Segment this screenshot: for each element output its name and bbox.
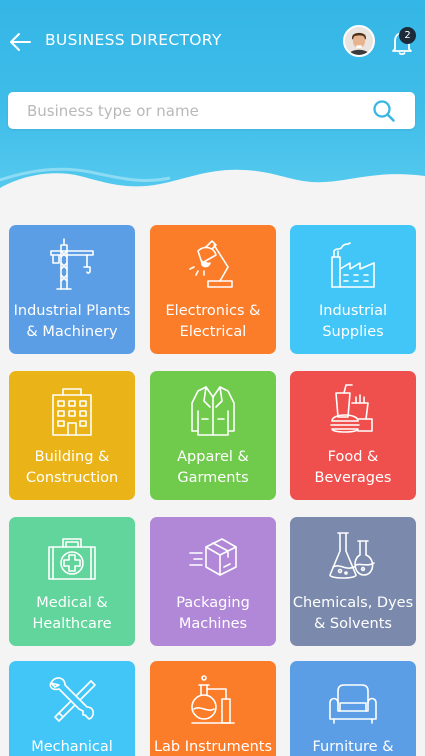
category-label: Electronics & Electrical bbox=[165, 303, 261, 340]
category-tile-industrial-supplies[interactable]: Industrial Supplies bbox=[290, 225, 416, 354]
package-box-icon bbox=[188, 529, 238, 583]
category-tile-building[interactable]: Building & Construction bbox=[9, 371, 135, 500]
category-label: Lab Instruments bbox=[153, 739, 273, 755]
category-label: Food & Beverages bbox=[314, 449, 392, 486]
category-label: Building & Construction bbox=[25, 449, 119, 486]
first-aid-kit-icon bbox=[47, 529, 97, 583]
flasks-icon bbox=[328, 529, 378, 583]
building-icon bbox=[47, 383, 97, 437]
sofa-icon bbox=[328, 673, 378, 727]
category-label: Furniture & bbox=[312, 739, 394, 755]
crane-icon bbox=[47, 237, 97, 291]
category-tile-electronics[interactable]: Electronics & Electrical bbox=[150, 225, 276, 354]
category-label: Medical & Healthcare bbox=[32, 595, 112, 632]
category-tile-industrial-plants[interactable]: Industrial Plants & Machinery bbox=[9, 225, 135, 354]
category-tile-furniture[interactable]: Furniture & bbox=[290, 661, 416, 756]
category-tile-food[interactable]: Food & Beverages bbox=[290, 371, 416, 500]
category-label: Packaging Machines bbox=[176, 595, 250, 632]
category-tile-mechanical-parts[interactable]: Mechanical Parts bbox=[9, 661, 135, 756]
category-grid: Industrial Plants & Machinery Electronic… bbox=[0, 0, 425, 756]
category-label: Industrial Supplies bbox=[318, 303, 387, 340]
category-label: Apparel & Garments bbox=[177, 449, 249, 486]
category-tile-packaging[interactable]: Packaging Machines bbox=[150, 517, 276, 646]
category-tile-chemicals[interactable]: Chemicals, Dyes & Solvents bbox=[290, 517, 416, 646]
category-label: Mechanical Parts bbox=[31, 739, 113, 755]
jacket-icon bbox=[188, 383, 238, 437]
factory-icon bbox=[328, 237, 378, 291]
category-tile-apparel[interactable]: Apparel & Garments bbox=[150, 371, 276, 500]
desk-lamp-icon bbox=[188, 237, 238, 291]
category-label: Industrial Plants & Machinery bbox=[13, 303, 131, 340]
lab-equipment-icon bbox=[188, 673, 238, 727]
category-tile-lab-instruments[interactable]: Lab Instruments bbox=[150, 661, 276, 756]
fast-food-icon bbox=[328, 383, 378, 437]
category-label: Chemicals, Dyes & Solvents bbox=[292, 595, 414, 632]
category-tile-medical[interactable]: Medical & Healthcare bbox=[9, 517, 135, 646]
wrenches-icon bbox=[47, 673, 97, 727]
